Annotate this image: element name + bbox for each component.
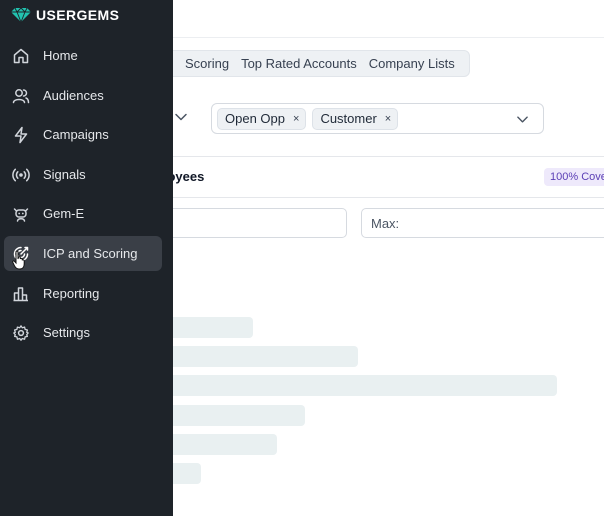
sidebar-item-label: Settings	[43, 325, 90, 340]
sidebar-item-signals[interactable]: Signals	[4, 157, 162, 192]
chip-label: Open Opp	[225, 111, 285, 126]
sidebar-item-label: Gem-E	[43, 206, 85, 221]
tab-top-rated-accounts[interactable]: Top Rated Accounts	[235, 56, 363, 71]
sidebar-item-label: Campaigns	[43, 127, 109, 142]
logo[interactable]: USERGEMS	[10, 7, 119, 23]
home-icon	[13, 48, 29, 63]
chip-open-opp: Open Opp ×	[217, 107, 307, 130]
sidebar: USERGEMS Home Audiences Campaigns Signal…	[0, 0, 173, 516]
sidebar-item-audiences[interactable]: Audiences	[4, 78, 162, 113]
tab-company-lists[interactable]: Company Lists	[363, 56, 461, 71]
broadcast-icon	[12, 168, 30, 181]
gem-logo-icon	[11, 7, 31, 23]
close-icon[interactable]: ×	[293, 113, 299, 125]
chevron-down-icon[interactable]	[174, 110, 188, 124]
coverage-badge: 100% Cove	[544, 168, 604, 186]
gear-icon	[13, 324, 29, 341]
chip-customer: Customer ×	[312, 107, 399, 130]
sidebar-item-label: Audiences	[43, 88, 104, 103]
sidebar-item-reporting[interactable]: Reporting	[4, 276, 162, 311]
tab-scoring[interactable]: Scoring	[179, 56, 235, 71]
sidebar-item-settings[interactable]: Settings	[4, 315, 162, 350]
bar-chart-icon	[13, 286, 28, 301]
logo-text: USERGEMS	[36, 7, 120, 23]
max-label: Max:	[371, 215, 400, 231]
sidebar-item-label: ICP and Scoring	[43, 246, 138, 261]
skeleton-bar	[130, 375, 557, 396]
sidebar-item-label: Signals	[43, 167, 86, 182]
close-icon[interactable]: ×	[385, 113, 391, 125]
chevron-down-icon[interactable]	[516, 113, 529, 126]
stage-multiselect[interactable]: Open Opp × Customer ×	[211, 103, 544, 134]
chip-label: Customer	[320, 111, 377, 126]
sidebar-item-icp-and-scoring[interactable]: ICP and Scoring	[4, 236, 162, 271]
tab-bar: Scoring Top Rated Accounts Company Lists	[130, 50, 470, 77]
max-employees-input[interactable]: Max:	[361, 208, 604, 238]
lightning-icon	[14, 126, 28, 143]
sidebar-item-label: Home	[43, 48, 78, 63]
robot-icon	[13, 207, 29, 222]
sidebar-item-gem-e[interactable]: Gem-E	[4, 196, 162, 231]
hand-cursor-icon	[12, 250, 25, 270]
sidebar-item-campaigns[interactable]: Campaigns	[4, 117, 162, 152]
sidebar-item-label: Reporting	[43, 286, 100, 301]
sidebar-item-home[interactable]: Home	[4, 38, 162, 73]
audiences-icon	[12, 88, 30, 103]
